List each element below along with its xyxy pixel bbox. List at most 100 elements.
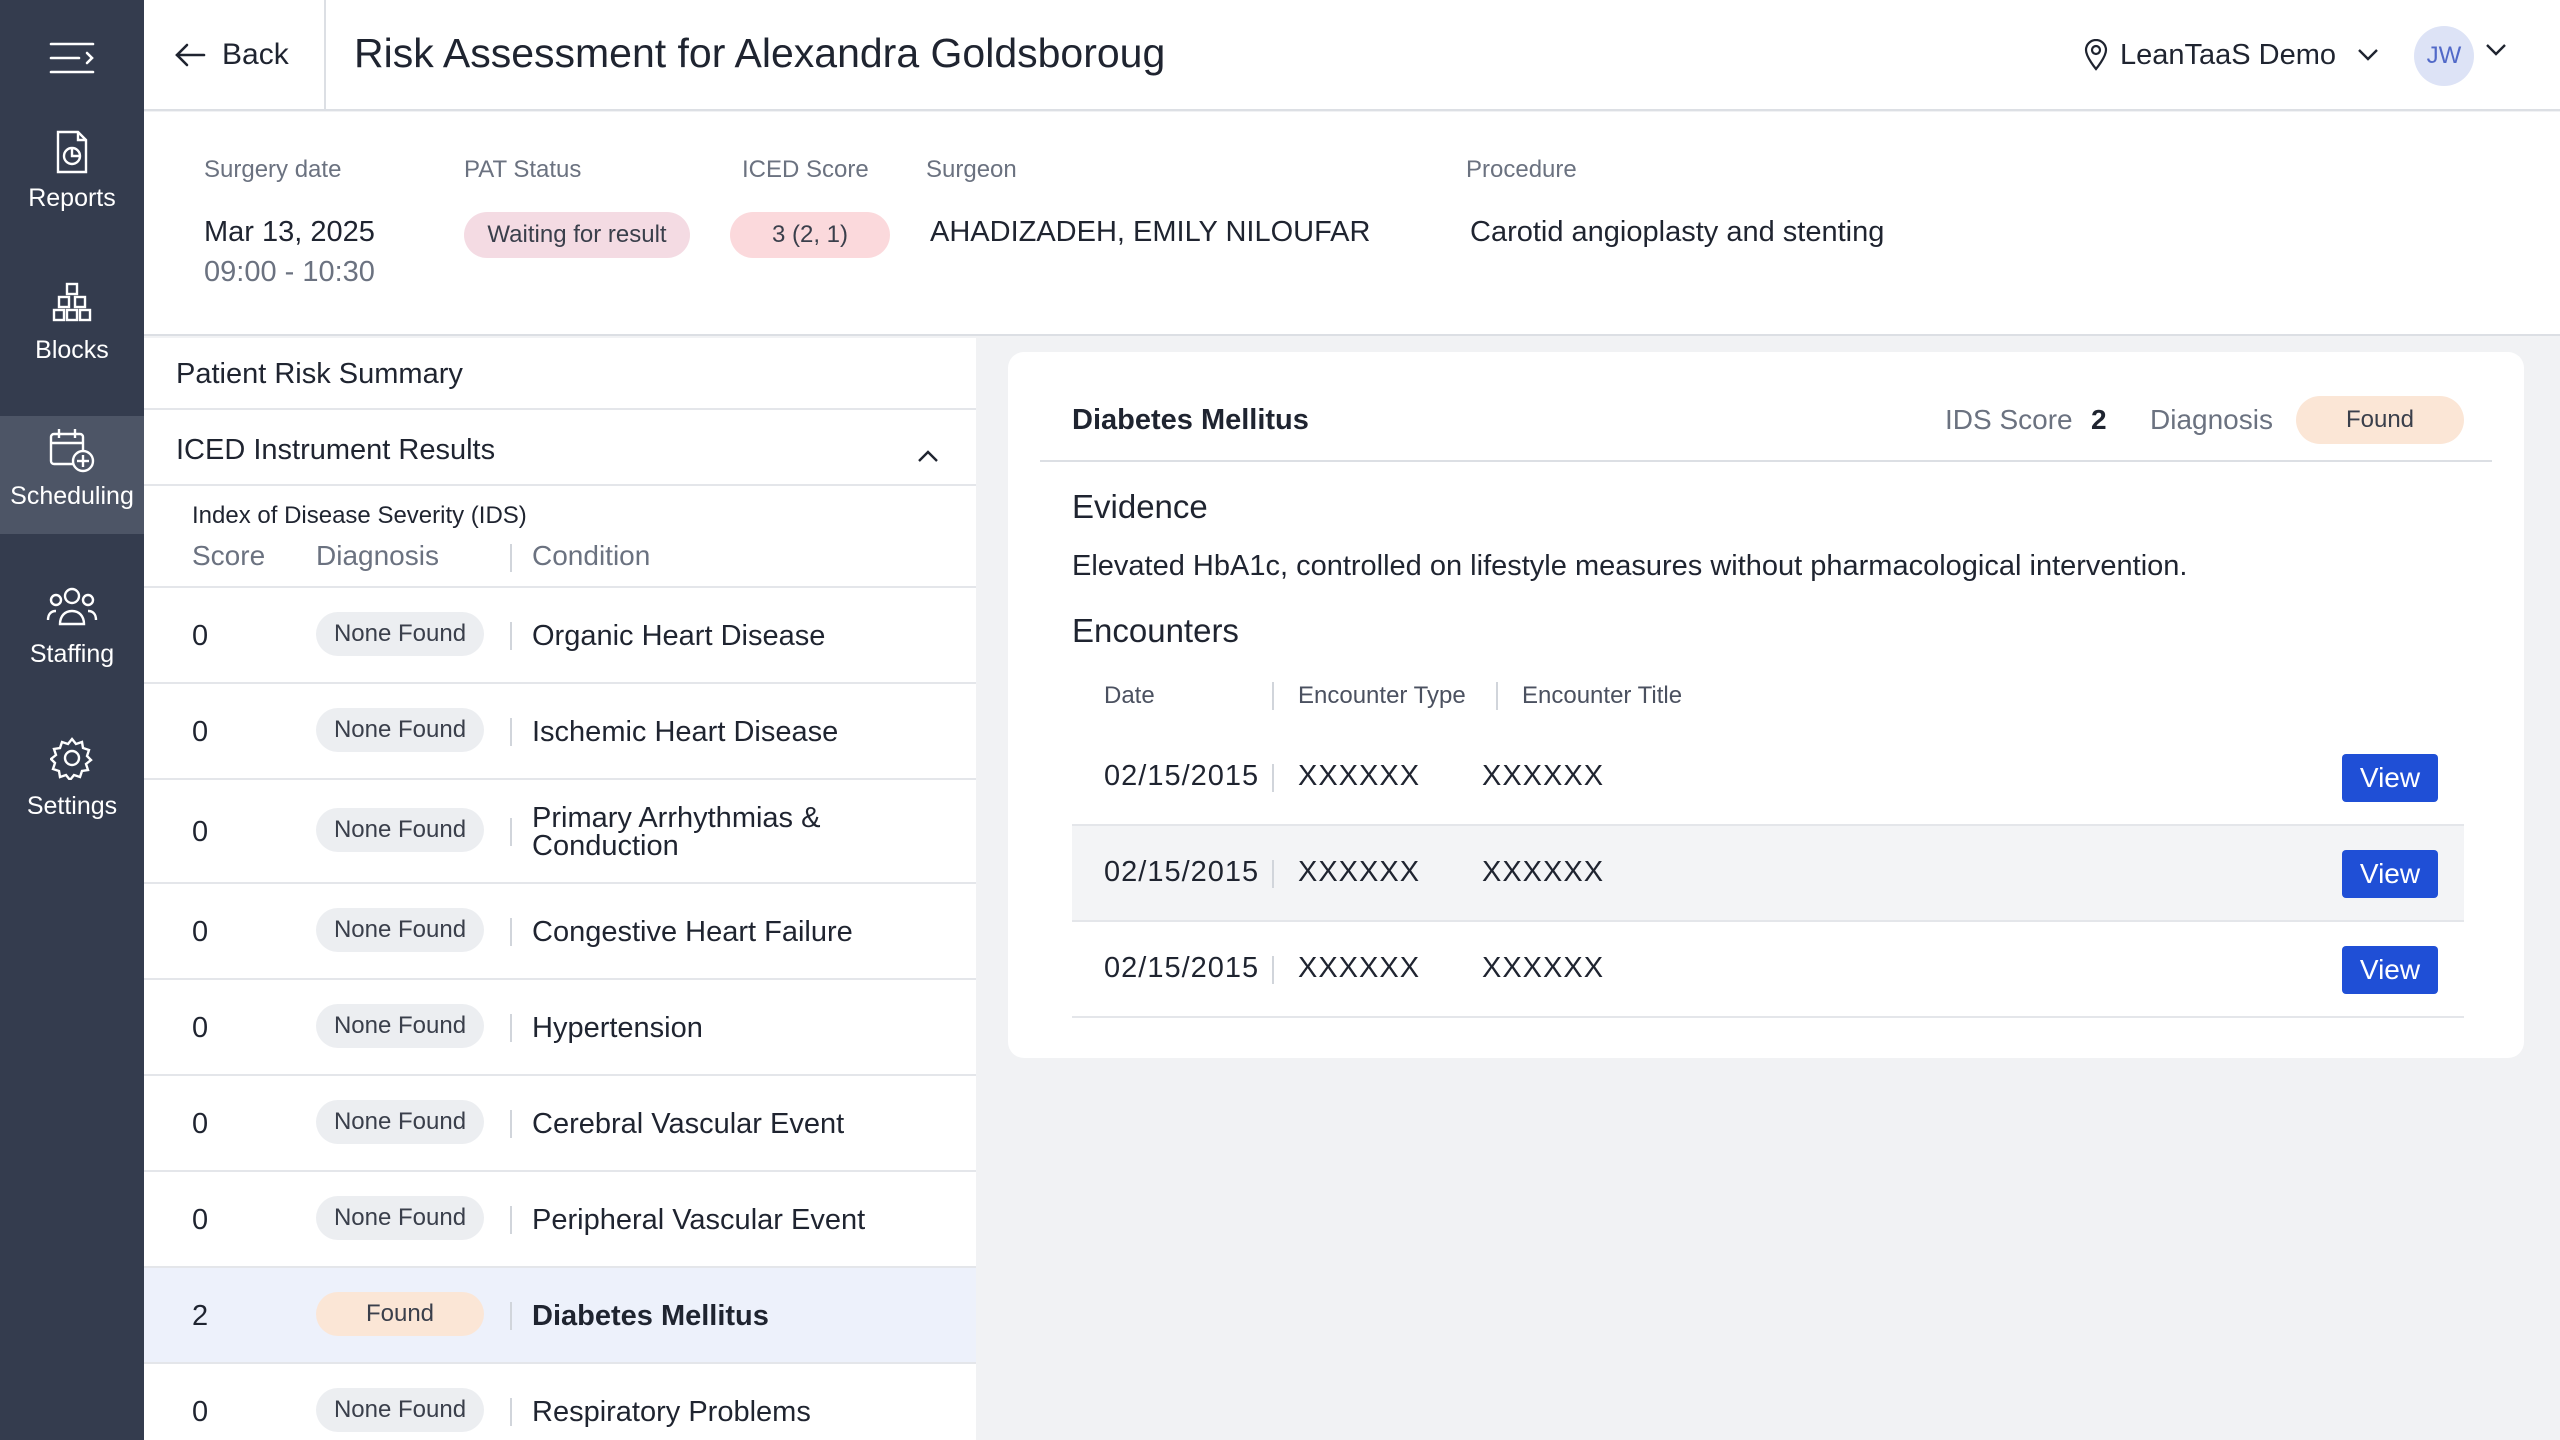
encounter-row: 02/15/2015 XXXXXX XXXXXX View	[1072, 730, 2464, 826]
diagnosis-badge: None Found	[316, 808, 484, 852]
condition-name: Respiratory Problems	[532, 1396, 811, 1428]
blocks-icon	[52, 282, 92, 322]
diagnosis-badge: None Found	[316, 1196, 484, 1240]
view-encounter-button[interactable]: View	[2342, 754, 2438, 802]
surgery-date-label: Surgery date	[204, 156, 342, 183]
page-title: Risk Assessment for Alexandra Goldsborou…	[354, 30, 1166, 76]
condition-score: 0	[192, 716, 209, 748]
location-selector[interactable]: LeanTaaS Demo	[2084, 0, 2380, 110]
column-header-encounter-title: Encounter Title	[1522, 682, 1683, 709]
condition-name: Ischemic Heart Disease	[532, 716, 839, 748]
sidebar-item-label: Blocks	[35, 336, 109, 364]
column-header-encounter-type: Encounter Type	[1298, 682, 1466, 709]
location-label: LeanTaaS Demo	[2120, 38, 2337, 71]
condition-detail-card: Diabetes Mellitus IDS Score 2 Diagnosis …	[1008, 352, 2524, 1058]
diagnosis-badge: Found	[316, 1292, 484, 1336]
sidebar-item-label: Scheduling	[10, 482, 134, 510]
row-divider	[510, 918, 512, 946]
location-pin-icon	[2084, 39, 2108, 71]
encounter-type: XXXXXX	[1298, 856, 1421, 888]
column-header-condition: Condition	[532, 540, 651, 571]
row-divider	[510, 1206, 512, 1234]
chevron-down-icon[interactable]	[2484, 42, 2508, 63]
cell-divider	[1272, 764, 1274, 792]
chevron-up-icon[interactable]	[916, 448, 940, 464]
condition-score: 0	[192, 916, 209, 948]
sidebar-item-scheduling[interactable]: Scheduling	[0, 416, 144, 534]
diagnosis-status-badge: Found	[2296, 396, 2464, 444]
menu-toggle-icon[interactable]	[49, 40, 95, 76]
sidebar-item-reports[interactable]: Reports	[0, 118, 144, 236]
encounter-row: 02/15/2015 XXXXXX XXXXXX View	[1072, 826, 2464, 922]
view-encounter-button[interactable]: View	[2342, 850, 2438, 898]
condition-score: 0	[192, 620, 209, 652]
diagnosis-label: Diagnosis	[2150, 404, 2273, 435]
iced-results-header[interactable]: ICED Instrument Results	[144, 412, 976, 486]
sidebar-item-label: Settings	[26, 792, 118, 820]
encounter-type: XXXXXX	[1298, 952, 1421, 984]
back-button[interactable]: Back	[174, 0, 289, 110]
pat-status-label: PAT Status	[464, 156, 582, 183]
condition-row[interactable]: 0 None Found Primary Arrhythmias & Condu…	[144, 778, 976, 882]
sidebar-item-label: Reports	[28, 184, 116, 212]
condition-row[interactable]: 0 None Found Respiratory Problems	[144, 1362, 976, 1440]
sidebar-item-settings[interactable]: Settings	[0, 726, 144, 844]
surgeon-name: AHADIZADEH, EMILY NILOUFAR	[930, 216, 1371, 248]
condition-row[interactable]: 0 None Found Ischemic Heart Disease	[144, 682, 976, 778]
surgery-info-bar: Surgery date Mar 13, 2025 09:00 - 10:30 …	[144, 112, 2560, 336]
cell-divider	[1272, 956, 1274, 984]
settings-icon	[50, 737, 93, 780]
condition-name: Congestive Heart Failure	[532, 916, 853, 948]
patient-risk-summary-item[interactable]: Patient Risk Summary	[144, 338, 976, 410]
encounter-title: XXXXXX	[1482, 760, 1605, 792]
condition-row-selected[interactable]: 2 Found Diabetes Mellitus	[144, 1266, 976, 1362]
encounters-heading: Encounters	[1072, 612, 1239, 649]
sidebar-item-label: Staffing	[29, 640, 115, 668]
procedure-label: Procedure	[1466, 156, 1577, 183]
condition-row[interactable]: 0 None Found Peripheral Vascular Event	[144, 1170, 976, 1266]
encounter-date: 02/15/2015	[1104, 760, 1260, 792]
sidebar-item-blocks[interactable]: Blocks	[0, 270, 144, 388]
iced-score-label: ICED Score	[742, 156, 869, 183]
condition-score: 0	[192, 816, 209, 848]
condition-row[interactable]: 0 None Found Cerebral Vascular Event	[144, 1074, 976, 1170]
scheduling-icon	[49, 429, 95, 473]
risk-panel: Patient Risk Summary ICED Instrument Res…	[144, 338, 976, 1440]
column-header-date: Date	[1104, 682, 1155, 709]
row-divider	[510, 1110, 512, 1138]
back-label: Back	[222, 38, 289, 71]
ids-section-title: Index of Disease Severity (IDS)	[192, 502, 527, 529]
encounter-date: 02/15/2015	[1104, 856, 1260, 888]
chevron-down-icon	[2358, 49, 2378, 61]
condition-score: 0	[192, 1396, 209, 1428]
procedure-name: Carotid angioplasty and stenting	[1470, 216, 1885, 248]
encounter-date: 02/15/2015	[1104, 952, 1260, 984]
condition-row[interactable]: 0 None Found Hypertension	[144, 978, 976, 1074]
condition-row[interactable]: 0 None Found Congestive Heart Failure	[144, 882, 976, 978]
row-divider	[510, 718, 512, 746]
arrow-left-icon	[175, 43, 206, 67]
condition-name: Hypertension	[532, 1012, 703, 1044]
row-divider	[510, 1302, 512, 1330]
cell-divider	[1272, 860, 1274, 888]
surgery-date: Mar 13, 2025	[204, 216, 375, 248]
avatar[interactable]: JW	[2414, 26, 2474, 86]
encounter-title: XXXXXX	[1482, 952, 1605, 984]
divider	[1040, 460, 2492, 462]
row-divider	[510, 622, 512, 650]
reports-icon	[56, 130, 88, 174]
diagnosis-badge: None Found	[316, 612, 484, 656]
staffing-icon	[46, 587, 98, 626]
ids-score-value: 2	[2091, 404, 2107, 435]
row-divider	[510, 818, 512, 846]
encounter-title: XXXXXX	[1482, 856, 1605, 888]
header-divider	[324, 0, 326, 110]
pat-status-badge: Waiting for result	[464, 212, 690, 258]
view-encounter-button[interactable]: View	[2342, 946, 2438, 994]
condition-row[interactable]: 0 None Found Organic Heart Disease	[144, 586, 976, 682]
diagnosis-badge: None Found	[316, 1100, 484, 1144]
diagnosis-badge: None Found	[316, 908, 484, 952]
sidebar-item-staffing[interactable]: Staffing	[0, 574, 144, 692]
top-bar: Back Risk Assessment for Alexandra Golds…	[144, 0, 2560, 111]
condition-score: 0	[192, 1012, 209, 1044]
